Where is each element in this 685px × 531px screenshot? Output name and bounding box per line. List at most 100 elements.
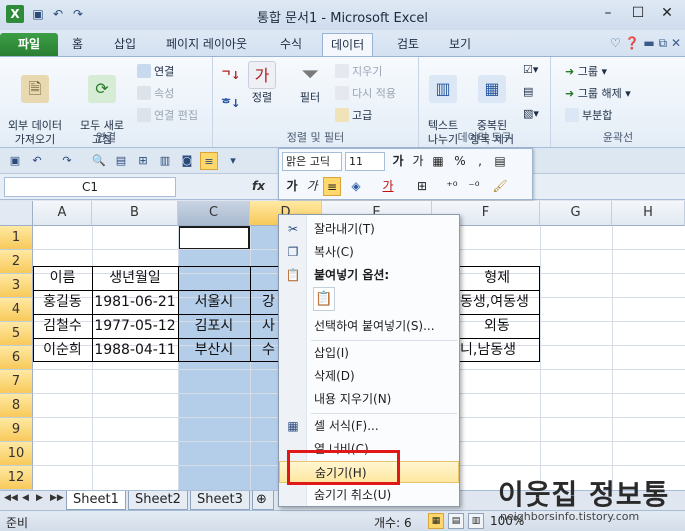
fill-color-icon[interactable]: ◈	[347, 177, 365, 196]
tab-formulas[interactable]: 수식	[272, 33, 310, 56]
row-header-4[interactable]: 4	[0, 298, 33, 322]
sort-az-icon[interactable]: ᄀ↓	[221, 67, 240, 83]
menu-item-insert[interactable]: 삽입(I)	[279, 342, 459, 364]
font-color-icon[interactable]: 가	[379, 177, 397, 196]
print-preview-icon[interactable]: 🔍	[90, 152, 108, 170]
ungroup-button[interactable]: ➜ 그룹 해제 ▾	[565, 85, 631, 101]
cell-b3[interactable]: 생년월일	[92, 267, 178, 291]
fx-icon[interactable]: fx	[252, 179, 265, 193]
active-cell[interactable]	[178, 226, 250, 250]
camera-icon[interactable]: ◙	[178, 152, 196, 170]
format-painter-icon[interactable]: ▤	[491, 152, 509, 171]
menu-item-format-cells[interactable]: ▦ 셀 서식(F)...	[279, 415, 459, 437]
tab-file[interactable]: 파일	[0, 33, 58, 56]
column-header-b[interactable]: B	[92, 201, 178, 226]
sheet-nav-next-icon[interactable]: ▶	[36, 493, 43, 503]
tab-data[interactable]: 데이터	[322, 33, 374, 56]
row-header-6[interactable]: 6	[0, 346, 33, 370]
data-validation-icon[interactable]: ☑▾	[523, 63, 538, 76]
sheet-tab-3[interactable]: Sheet3	[190, 491, 250, 510]
page-layout-view-icon[interactable]: ▤	[448, 513, 464, 529]
sort-button[interactable]: 가 정렬	[245, 61, 279, 105]
row-header-3[interactable]: 3	[0, 274, 33, 298]
redo-icon[interactable]: ↷	[58, 152, 76, 170]
subtotal-button[interactable]: 부분합	[565, 107, 612, 123]
row-header-8[interactable]: 8	[0, 394, 33, 418]
cell-style-icon[interactable]: ▥	[156, 152, 174, 170]
cell-f5[interactable]: 외동	[484, 315, 540, 339]
properties-button[interactable]: 속성	[137, 85, 174, 101]
close-button[interactable]: ✕	[655, 3, 679, 25]
page-break-view-icon[interactable]: ▥	[468, 513, 484, 529]
sheet-nav-prev-icon[interactable]: ◀	[22, 493, 29, 503]
maximize-button[interactable]: ☐	[626, 3, 650, 25]
what-if-icon[interactable]: ▧▾	[523, 107, 539, 120]
decrease-decimal-icon[interactable]: ⁻⁰	[465, 177, 483, 196]
font-size-field[interactable]: 11	[345, 152, 385, 171]
column-header-c[interactable]: C	[178, 201, 250, 226]
column-header-h[interactable]: H	[612, 201, 685, 226]
cell-b5[interactable]: 1977-05-12	[92, 315, 178, 339]
shrink-font-icon[interactable]: 가	[409, 152, 427, 171]
cell-a4[interactable]: 홍길동	[33, 291, 92, 315]
tab-home[interactable]: 홈	[64, 33, 91, 56]
row-header-10[interactable]: 10	[0, 442, 33, 466]
row-header-5[interactable]: 5	[0, 322, 33, 346]
tab-insert[interactable]: 삽입	[106, 33, 144, 56]
font-name-field[interactable]: 맑은 고딕	[282, 152, 342, 171]
percent-icon[interactable]: %	[451, 152, 469, 171]
column-header-g[interactable]: G	[540, 201, 612, 226]
cell-c4[interactable]: 서울시	[178, 291, 250, 315]
cell-c5[interactable]: 김포시	[178, 315, 250, 339]
menu-item-paste-special[interactable]: 선택하여 붙여넣기(S)...	[279, 315, 459, 337]
filter-button[interactable]: ⏷ 필터	[293, 61, 327, 105]
menu-item-unhide[interactable]: 숨기기 취소(U)	[279, 484, 459, 506]
name-box[interactable]: C1	[4, 177, 176, 197]
cell-a5[interactable]: 김철수	[33, 315, 92, 339]
spelling-icon[interactable]: ▤	[112, 152, 130, 170]
align-center-mini-icon[interactable]: ≡	[323, 177, 341, 196]
consolidate-icon[interactable]: ▤	[523, 85, 533, 98]
row-header-7[interactable]: 7	[0, 370, 33, 394]
tab-review[interactable]: 검토	[389, 33, 427, 56]
bold-icon[interactable]: 가	[283, 177, 301, 196]
reapply-button[interactable]: 다시 적용	[335, 85, 396, 101]
cell-b4[interactable]: 1981-06-21	[92, 291, 178, 315]
menu-item-copy[interactable]: ❐ 복사(C)	[279, 241, 459, 263]
row-header-9[interactable]: 9	[0, 418, 33, 442]
cell-c6[interactable]: 부산시	[178, 339, 250, 363]
advanced-filter-button[interactable]: 고급	[335, 107, 372, 123]
borders-mini-icon[interactable]: ⊞	[413, 177, 431, 196]
sort-za-icon[interactable]: ᄒ↓	[221, 95, 240, 111]
increase-decimal-icon[interactable]: ⁺⁰	[443, 177, 461, 196]
sheet-tab-2[interactable]: Sheet2	[128, 491, 188, 510]
cell-a3[interactable]: 이름	[33, 267, 92, 291]
comma-style-icon[interactable]: ,	[471, 152, 489, 171]
row-header-2[interactable]: 2	[0, 250, 33, 274]
grow-font-icon[interactable]: 가	[389, 152, 407, 171]
tab-view[interactable]: 보기	[441, 33, 479, 56]
cell-f4[interactable]: 동생,여동생	[460, 291, 540, 315]
menu-item-clear-contents[interactable]: 내용 지우기(N)	[279, 388, 459, 410]
select-all-corner[interactable]	[0, 201, 33, 226]
help-icon[interactable]: ♡ ❓ ▬ ⧉ ✕	[610, 36, 681, 51]
sheet-nav-first-icon[interactable]: ◀◀	[4, 493, 18, 503]
customize-qat-icon[interactable]: ▾	[224, 152, 242, 170]
sheet-tab-1[interactable]: Sheet1	[66, 491, 126, 510]
paintbrush-icon[interactable]: 🖌	[491, 177, 509, 196]
paste-option-icon[interactable]: 📋	[313, 287, 335, 311]
cell-a6[interactable]: 이순희	[33, 339, 92, 363]
row-header-1[interactable]: 1	[0, 226, 33, 250]
sheet-nav-last-icon[interactable]: ▶▶	[50, 493, 64, 503]
save-icon[interactable]: ▣	[6, 152, 24, 170]
normal-view-icon[interactable]: ▦	[428, 513, 444, 529]
italic-icon[interactable]: 가	[303, 177, 321, 196]
column-header-a[interactable]: A	[33, 201, 92, 226]
edit-links-button[interactable]: 연결 편집	[137, 107, 198, 123]
connections-button[interactable]: 연결	[137, 63, 174, 79]
row-header-12[interactable]: 12	[0, 466, 33, 490]
align-center-icon[interactable]: ≡	[200, 152, 218, 170]
clear-filter-button[interactable]: 지우기	[335, 63, 382, 79]
cell-b6[interactable]: 1988-04-11	[92, 339, 178, 363]
minimize-button[interactable]: –	[596, 3, 620, 25]
